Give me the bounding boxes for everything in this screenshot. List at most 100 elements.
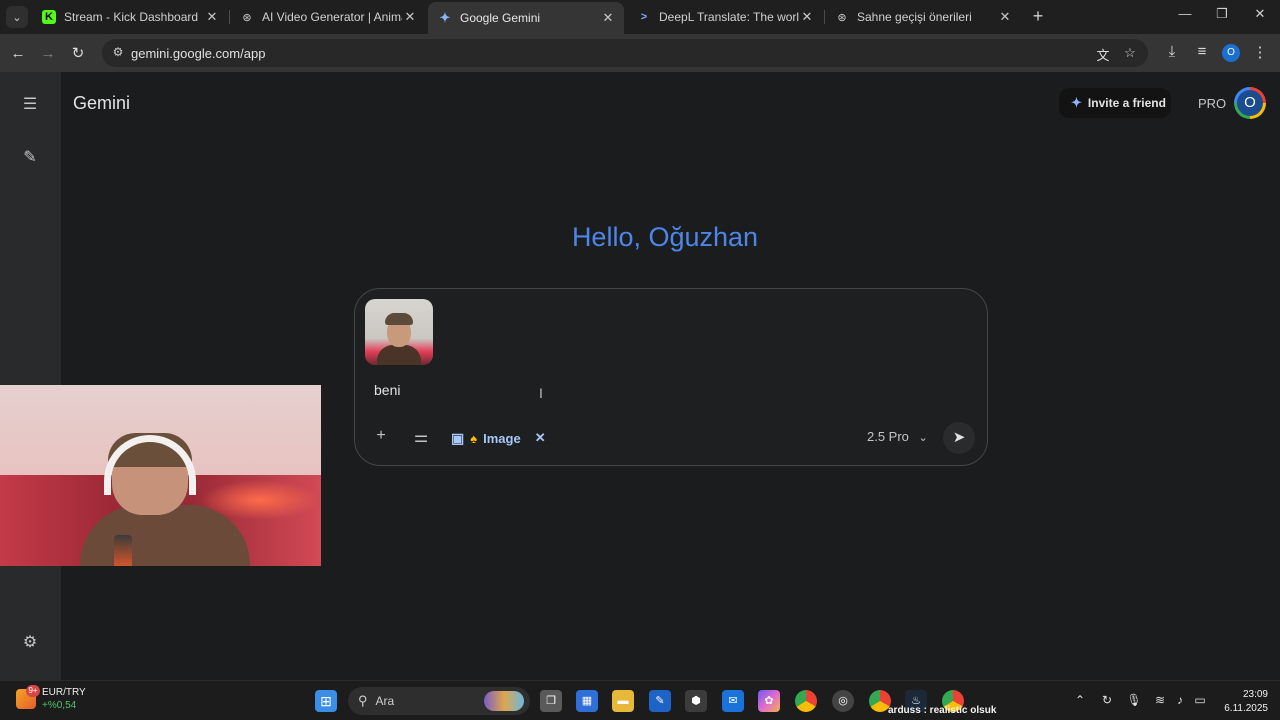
copilot-icon[interactable]: ✿ (758, 690, 780, 712)
volume-icon[interactable]: ♪ (1172, 693, 1188, 707)
file-explorer-icon[interactable]: ▬ (612, 690, 634, 712)
browser-toolbar: ← → ↻ ⚙ gemini.google.com/app 文 ☆ ⤓ ≡ O … (0, 34, 1280, 72)
currency-widget[interactable]: 9+ EUR/TRY +%0,54 (16, 685, 86, 712)
tab-google-gemini[interactable]: ✦ Google Gemini ✕ (428, 2, 624, 34)
reload-button[interactable]: ↻ (67, 42, 89, 64)
tab-ai-video-generator[interactable]: ⊛ AI Video Generator | Animate Pictures … (230, 2, 426, 32)
windows-start-icon[interactable]: ⊞ (315, 690, 337, 712)
tab-title: Google Gemini (460, 11, 541, 25)
wifi-icon[interactable]: ≋ (1152, 693, 1168, 707)
widget-title: EUR/TRY (42, 687, 86, 698)
chatgpt-icon: ⊛ (837, 11, 847, 24)
chevron-down-icon: ⌄ (918, 432, 928, 444)
tab-sahne-gecisi[interactable]: ⊛ Sahne geçişi önerileri ✕ (825, 2, 1021, 32)
close-icon[interactable]: ✕ (600, 10, 616, 26)
pro-plan-badge: PRO (1198, 96, 1227, 111)
model-label: 2.5 Pro (867, 429, 909, 444)
outlook-icon[interactable]: ✉ (722, 690, 744, 712)
obs-icon[interactable]: ◎ (832, 690, 854, 712)
sync-icon[interactable]: ↻ (1099, 693, 1115, 707)
back-button[interactable]: ← (7, 42, 29, 64)
tab-title: DeepL Translate: The world's most accura… (659, 10, 799, 24)
search-icon: ⚲ (358, 693, 368, 708)
show-hidden-icons-icon[interactable]: ⌃ (1072, 693, 1088, 707)
webcam-microphone (114, 535, 132, 566)
account-avatar[interactable]: O (1234, 87, 1266, 119)
address-bar[interactable]: ⚙ gemini.google.com/app 文 ☆ (102, 39, 1148, 67)
banana-icon: ♠ (470, 430, 478, 446)
browser-tab-strip: ⌄ K Stream - Kick Dashboard ✕ ⊛ AI Video… (0, 0, 1280, 34)
prompt-input[interactable]: beni (374, 382, 400, 398)
search-placeholder: Ara (375, 694, 395, 708)
close-window-button[interactable]: ✕ (1245, 6, 1275, 26)
close-icon[interactable]: ✕ (997, 9, 1013, 25)
thumbnail-person-hair (385, 313, 413, 325)
app-cube-icon[interactable]: ⬢ (685, 690, 707, 712)
taskbar-search[interactable]: ⚲ Ara (348, 687, 530, 715)
translate-icon[interactable]: 文 (1095, 45, 1111, 63)
now-playing-text: arduss : realistic olsuk (888, 705, 997, 716)
more-menu-icon[interactable]: ⋮ (1250, 43, 1270, 63)
clock-date: 6.11.2025 (1224, 703, 1268, 714)
close-icon[interactable]: ✕ (204, 9, 220, 25)
site-info-icon[interactable]: ⚙ (110, 45, 126, 61)
widget-badge: 9+ (26, 685, 40, 697)
avatar-initial: O (1237, 90, 1263, 116)
deepl-icon: > (640, 11, 648, 23)
download-icon[interactable]: ⤓ (1162, 43, 1182, 63)
search-highlight-image (484, 691, 524, 711)
tab-search-button[interactable]: ⌄ (6, 6, 28, 28)
image-tool-chip[interactable]: ▣ ♠ Image ✕ (451, 427, 546, 449)
task-view-icon[interactable]: ❐ (540, 690, 562, 712)
tab-title: Sahne geçişi önerileri (857, 10, 972, 24)
microphone-icon[interactable]: 🎙 (1126, 693, 1142, 707)
settings-gear-icon[interactable]: ⚙ (20, 632, 40, 652)
forward-button[interactable]: → (37, 42, 59, 64)
minimize-button[interactable]: — (1170, 6, 1200, 26)
restore-button[interactable]: ❐ (1207, 6, 1237, 26)
tab-kick-dashboard[interactable]: K Stream - Kick Dashboard ✕ (32, 2, 228, 32)
image-chip-label: Image (483, 430, 521, 446)
bookmark-star-icon[interactable]: ☆ (1122, 45, 1138, 61)
profile-avatar[interactable]: O (1222, 44, 1240, 62)
gemini-icon: ✦ (439, 10, 451, 25)
attached-image-thumbnail[interactable] (365, 299, 433, 365)
side-rail: ☰ ✎ ⚙ (0, 72, 61, 680)
new-chat-icon[interactable]: ✎ (20, 147, 40, 167)
remove-chip-close-icon[interactable]: ✕ (535, 430, 546, 446)
tools-button[interactable]: ⚌ (410, 427, 432, 449)
prompt-composer: beni I + ⚌ ▣ ♠ Image ✕ 2.5 Pro ⌄ ➤ (354, 288, 988, 466)
widget-value: +%0,54 (42, 700, 77, 711)
text-cursor-icon: I (539, 385, 543, 401)
thumbnail-person-body (377, 345, 421, 365)
tab-deepl[interactable]: > DeepL Translate: The world's most accu… (627, 2, 823, 32)
widget-icon: 9+ (16, 685, 40, 709)
close-icon[interactable]: ✕ (402, 9, 418, 25)
close-icon[interactable]: ✕ (799, 9, 815, 25)
url-text: gemini.google.com/app (131, 46, 266, 61)
chrome-icon[interactable] (795, 690, 817, 712)
gemini-brand-title[interactable]: Gemini (73, 93, 130, 114)
model-selector[interactable]: 2.5 Pro ⌄ (867, 429, 928, 444)
kick-icon: K (42, 10, 56, 24)
greeting-heading: Hello, Oğuzhan (571, 222, 759, 252)
tab-title: Stream - Kick Dashboard (64, 10, 199, 24)
windows-taskbar: 9+ EUR/TRY +%0,54 ⊞ ⚲ Ara ❐ ▦ ▬ ✎ ⬢ ✉ ✿ … (0, 680, 1280, 720)
system-clock[interactable]: 23:09 6.11.2025 (1216, 688, 1268, 716)
send-button[interactable]: ➤ (943, 422, 975, 454)
sparkle-icon: ✦ (1071, 95, 1082, 110)
openai-icon: ⊛ (242, 11, 252, 24)
invite-friend-button[interactable]: ✦ Invite a friend (1059, 88, 1171, 118)
store-icon[interactable]: ▦ (576, 690, 598, 712)
media-queue-icon[interactable]: ≡ (1192, 43, 1212, 63)
gemini-app: ☰ ✎ ⚙ Gemini ✦ Invite a friend PRO O Hel… (0, 72, 1280, 680)
hamburger-menu-icon[interactable]: ☰ (20, 94, 40, 114)
battery-icon[interactable]: ▭ (1192, 693, 1208, 707)
add-attachment-button[interactable]: + (370, 427, 392, 449)
tab-title: AI Video Generator | Animate Pictures (262, 10, 402, 24)
gallery-icon: ▣ (451, 429, 465, 446)
webcam-overlay (0, 385, 321, 566)
new-tab-button[interactable]: + (1028, 6, 1048, 26)
vscode-like-icon[interactable]: ✎ (649, 690, 671, 712)
invite-label: Invite a friend (1087, 96, 1166, 110)
